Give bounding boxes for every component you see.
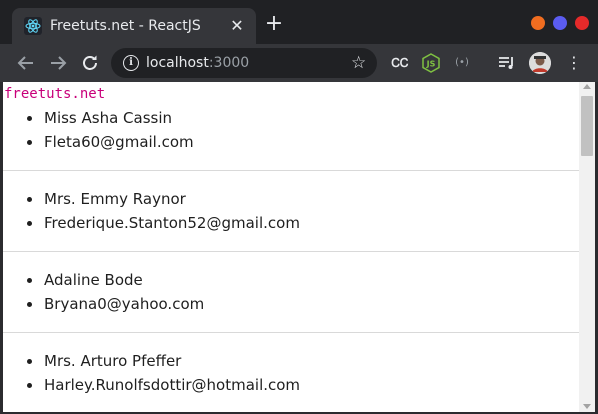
arrow-right-icon	[51, 56, 67, 70]
info-icon[interactable]: i	[123, 55, 139, 71]
brand-text: freetuts.net	[4, 86, 106, 102]
react-icon	[24, 17, 42, 35]
contact-email: Fleta60@gmail.com	[3, 130, 579, 154]
contact-item: Adaline Bode Bryana0@yahoo.com	[3, 268, 579, 316]
forward-button[interactable]	[46, 51, 70, 75]
svg-text:JS: JS	[426, 60, 436, 69]
more-menu-icon[interactable]: ⋮	[566, 52, 582, 74]
active-tab[interactable]: Freetuts.net - ReactJS ✕	[12, 8, 256, 44]
page-viewport: freetuts.net Miss Asha Cassin Fleta60@gm…	[3, 82, 595, 412]
url-text[interactable]: localhost:3000	[146, 54, 249, 72]
address-bar[interactable]: i localhost:3000 ☆	[111, 48, 377, 78]
contact-item: Mrs. Emmy Raynor Frederique.Stanton52@gm…	[3, 187, 579, 235]
contact-email: Bryana0@yahoo.com	[3, 292, 579, 316]
extension-nodejs-icon[interactable]: JS	[421, 53, 441, 73]
scroll-up-arrow-icon[interactable]	[583, 84, 591, 89]
extension-cc-icon[interactable]: ᏟᏟ	[390, 53, 410, 73]
scroll-thumb[interactable]	[581, 96, 593, 156]
divider	[3, 170, 579, 171]
profile-avatar[interactable]	[529, 52, 551, 74]
extension-lens-icon[interactable]: (•)	[452, 53, 472, 73]
media-queue-icon[interactable]	[497, 53, 517, 73]
contact-name: Mrs. Emmy Raynor	[3, 187, 579, 211]
tab-title: Freetuts.net - ReactJS	[50, 18, 201, 34]
vertical-scrollbar[interactable]	[579, 82, 595, 412]
minimize-button[interactable]	[531, 16, 545, 30]
contact-name: Adaline Bode	[3, 268, 579, 292]
tab-strip: Freetuts.net - ReactJS ✕ +	[0, 0, 598, 44]
contact-item: Miss Asha Cassin Fleta60@gmail.com	[3, 106, 579, 154]
reload-icon	[83, 55, 97, 70]
back-button[interactable]	[14, 51, 38, 75]
reload-button[interactable]	[78, 51, 102, 75]
bookmark-star-icon[interactable]: ☆	[351, 52, 366, 74]
contact-item: Mrs. Arturo Pfeffer Harley.Runolfsdottir…	[3, 349, 579, 397]
divider	[3, 251, 579, 252]
new-tab-button[interactable]: +	[262, 13, 286, 37]
contact-email: Harley.Runolfsdottir@hotmail.com	[3, 373, 579, 397]
arrow-left-icon	[17, 56, 33, 70]
maximize-button[interactable]	[553, 16, 567, 30]
contact-name: Mrs. Arturo Pfeffer	[3, 349, 579, 373]
scroll-down-arrow-icon[interactable]	[583, 404, 591, 409]
divider	[3, 332, 579, 333]
contact-email: Frederique.Stanton52@gmail.com	[3, 211, 579, 235]
page-content: freetuts.net Miss Asha Cassin Fleta60@gm…	[3, 82, 579, 412]
browser-toolbar: i localhost:3000 ☆ ᏟᏟ JS (•) ⋮	[0, 44, 598, 82]
close-window-button[interactable]	[575, 16, 589, 30]
close-tab-icon[interactable]: ✕	[226, 15, 248, 37]
contact-name: Miss Asha Cassin	[3, 106, 579, 130]
